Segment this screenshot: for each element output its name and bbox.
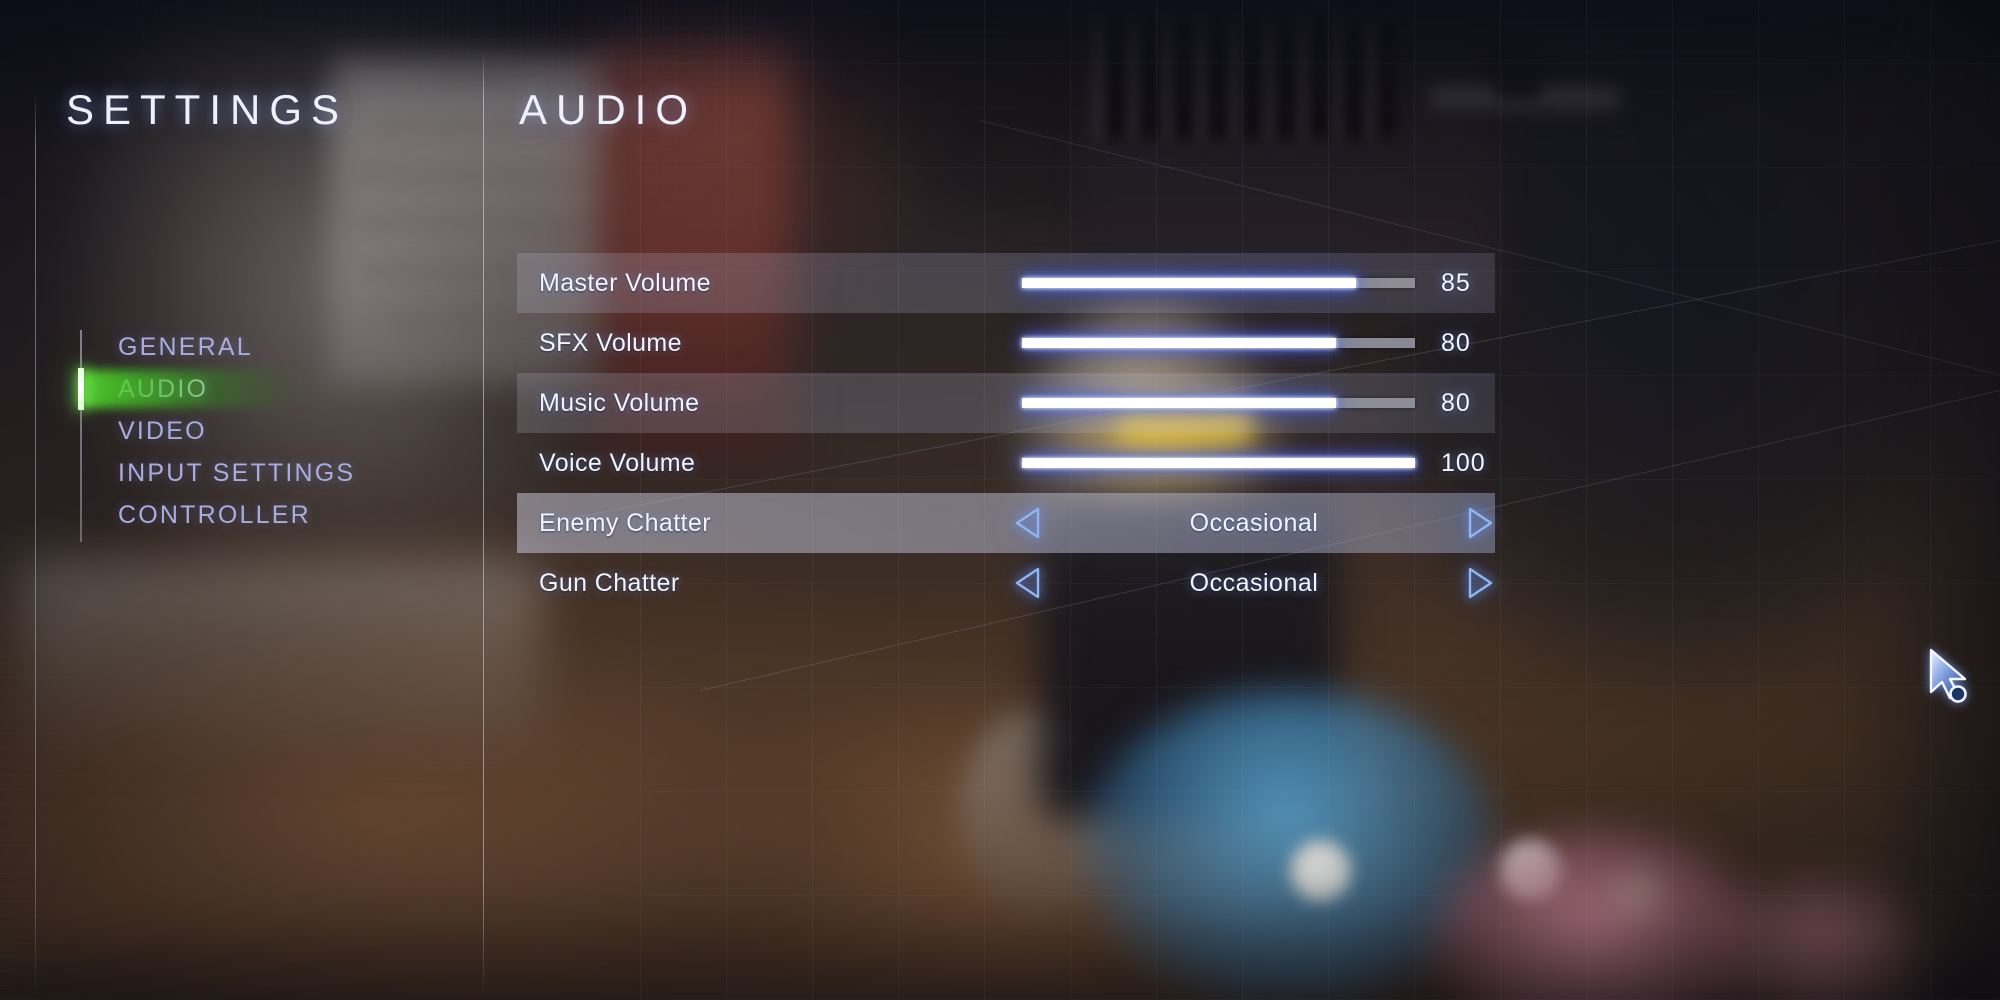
arrow-left-icon[interactable]: [1015, 567, 1041, 599]
slider-fill: [1022, 338, 1337, 348]
volume-slider-control[interactable]: 85: [1022, 253, 1495, 313]
settings-row-label: Gun Chatter: [539, 568, 680, 597]
settings-row[interactable]: Gun Chatter Occasional: [517, 553, 1495, 613]
volume-slider-control[interactable]: 80: [1022, 373, 1495, 433]
section-title: AUDIO: [519, 86, 698, 133]
sidebar-item-label: VIDEO: [118, 416, 207, 445]
slider-track[interactable]: [1022, 338, 1415, 348]
slider-value: 80: [1441, 388, 1471, 417]
option-value: Occasional: [1189, 568, 1319, 597]
settings-row-label: Music Volume: [539, 388, 700, 417]
settings-row-label: SFX Volume: [539, 328, 682, 357]
sidebar-item-general[interactable]: GENERAL: [80, 326, 480, 368]
slider-track[interactable]: [1022, 458, 1415, 468]
sidebar-selection-marker: [78, 368, 84, 410]
settings-list: Master Volume 85 SFX Volume 80 Music Volume 8…: [517, 253, 1495, 613]
option-value: Occasional: [1189, 508, 1319, 537]
arrow-right-icon[interactable]: [1467, 507, 1493, 539]
slider-fill: [1022, 398, 1337, 408]
slider-fill: [1022, 278, 1357, 288]
settings-row[interactable]: Voice Volume 100: [517, 433, 1495, 493]
sidebar-item-audio[interactable]: AUDIO: [78, 368, 480, 410]
mouse-pointer-icon: [1927, 648, 1979, 710]
settings-row[interactable]: Master Volume 85: [517, 253, 1495, 313]
sidebar-item-label: CONTROLLER: [118, 500, 311, 529]
volume-slider-control[interactable]: 100: [1022, 433, 1495, 493]
slider-value: 80: [1441, 328, 1471, 357]
option-selector-control: Occasional: [1007, 493, 1495, 553]
settings-row[interactable]: SFX Volume 80: [517, 313, 1495, 373]
option-selector-control: Occasional: [1007, 553, 1495, 613]
slider-fill: [1022, 458, 1415, 468]
left-edge-line: [35, 92, 36, 997]
game-settings-screen: SETTINGS AUDIO GENERAL AUDIO VIDEO INPUT SE…: [0, 0, 2000, 1000]
sidebar-selection-glow: [79, 370, 311, 408]
sidebar-nav: GENERAL AUDIO VIDEO INPUT SETTINGS CONTROLLE…: [78, 326, 480, 536]
slider-value: 85: [1441, 268, 1471, 297]
settings-row[interactable]: Enemy Chatter Occasional: [517, 493, 1495, 553]
sidebar-item-video[interactable]: VIDEO: [80, 410, 480, 452]
sidebar-item-controller[interactable]: CONTROLLER: [80, 494, 480, 536]
sidebar-item-label: INPUT SETTINGS: [118, 458, 356, 487]
slider-track[interactable]: [1022, 278, 1415, 288]
settings-ui-layer: SETTINGS AUDIO GENERAL AUDIO VIDEO INPUT SE…: [0, 0, 2000, 1000]
settings-row-label: Enemy Chatter: [539, 508, 711, 537]
slider-track[interactable]: [1022, 398, 1415, 408]
settings-row-label: Voice Volume: [539, 448, 696, 477]
settings-row[interactable]: Music Volume 80: [517, 373, 1495, 433]
column-divider-line: [483, 52, 484, 997]
sidebar-item-input-settings[interactable]: INPUT SETTINGS: [80, 452, 480, 494]
arrow-left-icon[interactable]: [1015, 507, 1041, 539]
settings-row-label: Master Volume: [539, 268, 711, 297]
page-title: SETTINGS: [66, 86, 349, 133]
arrow-right-icon[interactable]: [1467, 567, 1493, 599]
volume-slider-control[interactable]: 80: [1022, 313, 1495, 373]
slider-value: 100: [1441, 448, 1486, 477]
sidebar-item-label: GENERAL: [118, 332, 253, 361]
